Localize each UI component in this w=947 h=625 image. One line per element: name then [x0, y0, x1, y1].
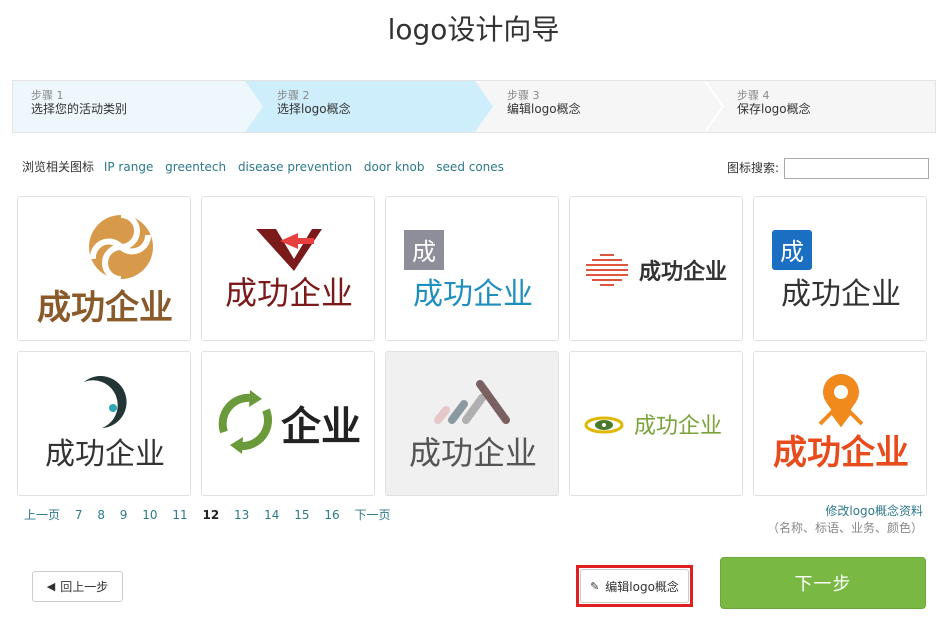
step-2: 步骤 2 选择logo概念	[245, 81, 493, 132]
gray-square-badge-icon: 成 成功企业	[404, 230, 533, 312]
step-3: 步骤 3 编辑logo概念	[475, 81, 723, 132]
orange-pin-icon: 成功企业	[773, 374, 909, 473]
diagonal-bars-icon: 成功企业	[409, 380, 537, 472]
related-tag[interactable]: disease prevention	[238, 160, 352, 174]
step-4-number: 步骤 4	[737, 89, 770, 102]
logo-badge: 成	[780, 238, 804, 266]
dark-crescent-icon: 成功企业	[45, 376, 165, 472]
logo-badge: 成	[412, 238, 436, 266]
current-page: 12	[202, 508, 220, 522]
yellow-eye-icon: 成功企业	[584, 414, 722, 439]
page-link[interactable]: 8	[97, 508, 105, 522]
arrow-left-icon: ◀	[46, 580, 56, 593]
logo-text: 成功企业	[639, 259, 727, 285]
next-page-link[interactable]: 下一页	[354, 508, 390, 522]
wizard-steps: 步骤 1 选择您的活动类别 步骤 3 编辑logo概念 步骤 4 保存logo概…	[12, 80, 936, 133]
modify-logo-info-hint: （名称、标语、业务、颜色）	[766, 521, 923, 535]
logo-text: 成功企业	[45, 437, 165, 472]
logo-option-3[interactable]: 成 成功企业	[385, 196, 559, 341]
logo-option-1[interactable]: 成功企业	[17, 196, 191, 341]
logo-option-9[interactable]: 成功企业	[569, 351, 743, 496]
step-separator-icon	[705, 81, 725, 132]
step-3-number: 步骤 3	[507, 89, 540, 102]
related-icons-row: 浏览相关图标 IP range greentech disease preven…	[22, 158, 512, 175]
logo-text: 成功企业	[37, 288, 173, 328]
green-recycle-arrows-icon: 企业	[218, 390, 361, 454]
icon-search-input[interactable]	[784, 158, 929, 179]
logo-text: 成功企业	[409, 434, 537, 472]
related-tag[interactable]: IP range	[104, 160, 153, 174]
back-button-label: 回上一步	[60, 580, 109, 594]
back-button[interactable]: ◀ 回上一步	[32, 571, 123, 602]
logo-text: 成功企业	[781, 277, 901, 312]
prev-page-link[interactable]: 上一页	[24, 508, 60, 522]
related-label: 浏览相关图标	[22, 160, 95, 174]
page-title: logo设计向导	[387, 13, 560, 46]
step-4: 步骤 4 保存logo概念	[705, 81, 935, 132]
edit-logo-button[interactable]: ✎ 编辑logo概念	[580, 569, 689, 603]
step-3-name: 编辑logo概念	[507, 102, 581, 116]
logo-text: 成功企业	[413, 277, 533, 312]
logo-option-5[interactable]: 成 成功企业	[753, 196, 927, 341]
page-link[interactable]: 16	[324, 508, 339, 522]
modify-logo-info-link[interactable]: 修改logo概念资料	[825, 502, 923, 519]
red-v-arrow-icon: 成功企业	[225, 229, 353, 312]
logo-option-8[interactable]: 成功企业	[385, 351, 559, 496]
pagination: 上一页 7 8 9 10 11 12 13 14 15 16 下一页	[24, 506, 401, 523]
related-tag[interactable]: door knob	[364, 160, 425, 174]
page-link[interactable]: 15	[294, 508, 309, 522]
red-stripes-diamond-icon: 成功企业	[586, 254, 727, 286]
logo-option-6[interactable]: 成功企业	[17, 351, 191, 496]
step-4-name: 保存logo概念	[737, 102, 811, 116]
logo-text: 企业	[281, 404, 361, 450]
page-link[interactable]: 14	[264, 508, 279, 522]
page-link[interactable]: 13	[234, 508, 249, 522]
icon-search-label: 图标搜索:	[727, 161, 780, 175]
logo-option-4[interactable]: 成功企业	[569, 196, 743, 341]
page-link[interactable]: 7	[75, 508, 83, 522]
step-2-number: 步骤 2	[277, 89, 310, 102]
next-step-button[interactable]: 下一步	[720, 557, 926, 609]
logo-option-2[interactable]: 成功企业	[201, 196, 375, 341]
related-tag[interactable]: seed cones	[436, 160, 504, 174]
step-2-name: 选择logo概念	[277, 102, 351, 116]
page-link[interactable]: 9	[120, 508, 128, 522]
blue-square-badge-icon: 成 成功企业	[772, 230, 901, 312]
page-link[interactable]: 10	[142, 508, 157, 522]
logo-text: 成功企业	[634, 414, 722, 439]
edit-button-label: 编辑logo概念	[605, 579, 679, 594]
step-1-number: 步骤 1	[31, 89, 64, 102]
pencil-icon: ✎	[590, 579, 600, 593]
logo-text: 成功企业	[225, 274, 353, 312]
logo-text: 成功企业	[773, 433, 909, 473]
logo-option-7[interactable]: 企业	[201, 351, 375, 496]
page-link[interactable]: 11	[172, 508, 187, 522]
step-1[interactable]: 步骤 1 选择您的活动类别	[13, 81, 263, 132]
related-tag[interactable]: greentech	[165, 160, 226, 174]
logo-option-10[interactable]: 成功企业	[753, 351, 927, 496]
next-button-label: 下一步	[794, 574, 852, 595]
step-1-name: 选择您的活动类别	[31, 102, 128, 116]
circle-swirl-icon: 成功企业	[37, 212, 173, 328]
